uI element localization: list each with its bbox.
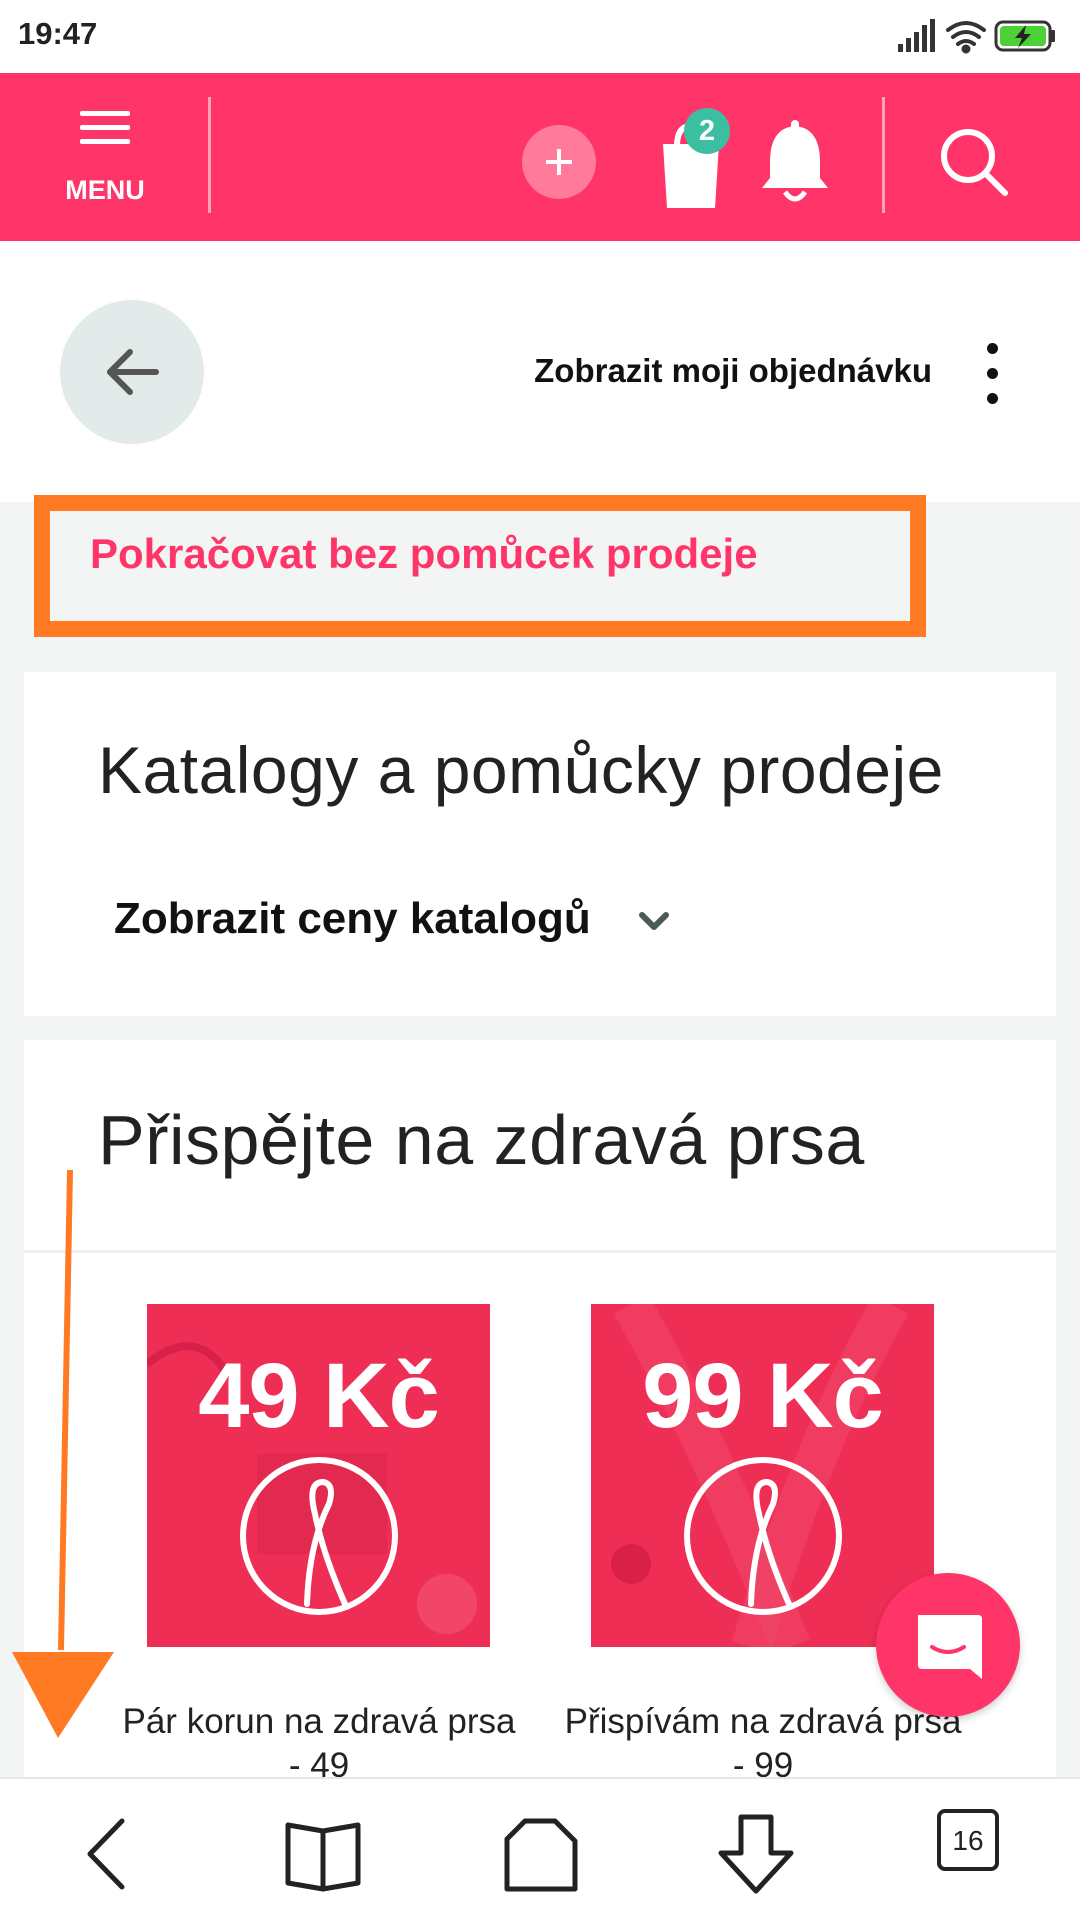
chevron-down-icon[interactable] — [636, 910, 672, 934]
pink-ribbon-icon — [240, 1457, 398, 1615]
pink-ribbon-icon — [684, 1457, 842, 1615]
header-divider — [882, 97, 885, 213]
app-header: MENU 2 — [0, 73, 1080, 241]
download-button[interactable] — [711, 1809, 801, 1899]
download-arrow-icon — [718, 1814, 794, 1894]
tabs-button[interactable]: 16 — [937, 1809, 1027, 1899]
browser-back-button[interactable] — [62, 1809, 152, 1899]
chat-bubble-icon — [918, 1615, 982, 1679]
book-icon — [285, 1822, 361, 1892]
menu-button[interactable]: MENU — [55, 109, 155, 209]
product-name[interactable]: Pár korun na zdravá prsa - 49 — [119, 1700, 519, 1788]
continue-without-sales-aids-link[interactable]: Pokračovat bez pomůcek prodeje — [90, 530, 758, 578]
catalogs-title: Katalogy a pomůcky prodeje — [98, 733, 944, 807]
search-icon — [941, 129, 1008, 196]
status-bar: 19:47 — [0, 0, 1080, 73]
donation-title: Přispějte na zdravá prsa — [98, 1101, 865, 1179]
hamburger-icon — [80, 111, 130, 144]
header-divider — [208, 97, 211, 213]
add-button[interactable] — [522, 125, 596, 199]
annotation-arrow — [12, 1170, 114, 1738]
search-button[interactable] — [935, 123, 1015, 203]
cart-count-badge: 2 — [684, 108, 730, 154]
status-icons — [898, 19, 1055, 54]
signal-icon — [898, 19, 935, 52]
home-button[interactable] — [495, 1809, 585, 1899]
status-time: 19:47 — [18, 16, 98, 51]
arrow-left-icon — [107, 349, 159, 395]
home-icon — [504, 1818, 578, 1892]
chevron-left-icon — [87, 1818, 125, 1890]
view-order-link[interactable]: Zobrazit moji objednávku — [534, 352, 932, 390]
product-price: 49 Kč — [198, 1345, 440, 1447]
bookmarks-button[interactable] — [278, 1809, 368, 1899]
plus-icon — [546, 149, 572, 175]
notifications-button[interactable] — [760, 118, 830, 208]
bell-icon — [762, 120, 828, 202]
tabs-count: 16 — [937, 1809, 999, 1871]
back-button[interactable] — [60, 300, 204, 444]
menu-label: MENU — [65, 175, 145, 205]
catalogs-card: Katalogy a pomůcky prodeje Zobrazit ceny… — [24, 672, 1056, 1016]
browser-bottom-nav: 16 — [0, 1777, 1080, 1920]
product-image[interactable]: 49 Kč — [147, 1304, 490, 1647]
divider — [24, 1250, 1056, 1253]
product-price: 99 Kč — [642, 1345, 884, 1447]
chat-button[interactable] — [876, 1573, 1020, 1717]
battery-charging-icon — [994, 20, 1055, 52]
show-catalog-prices-toggle[interactable]: Zobrazit ceny katalogů — [114, 894, 591, 944]
more-options-icon[interactable] — [980, 343, 1004, 405]
wifi-icon — [946, 21, 986, 54]
